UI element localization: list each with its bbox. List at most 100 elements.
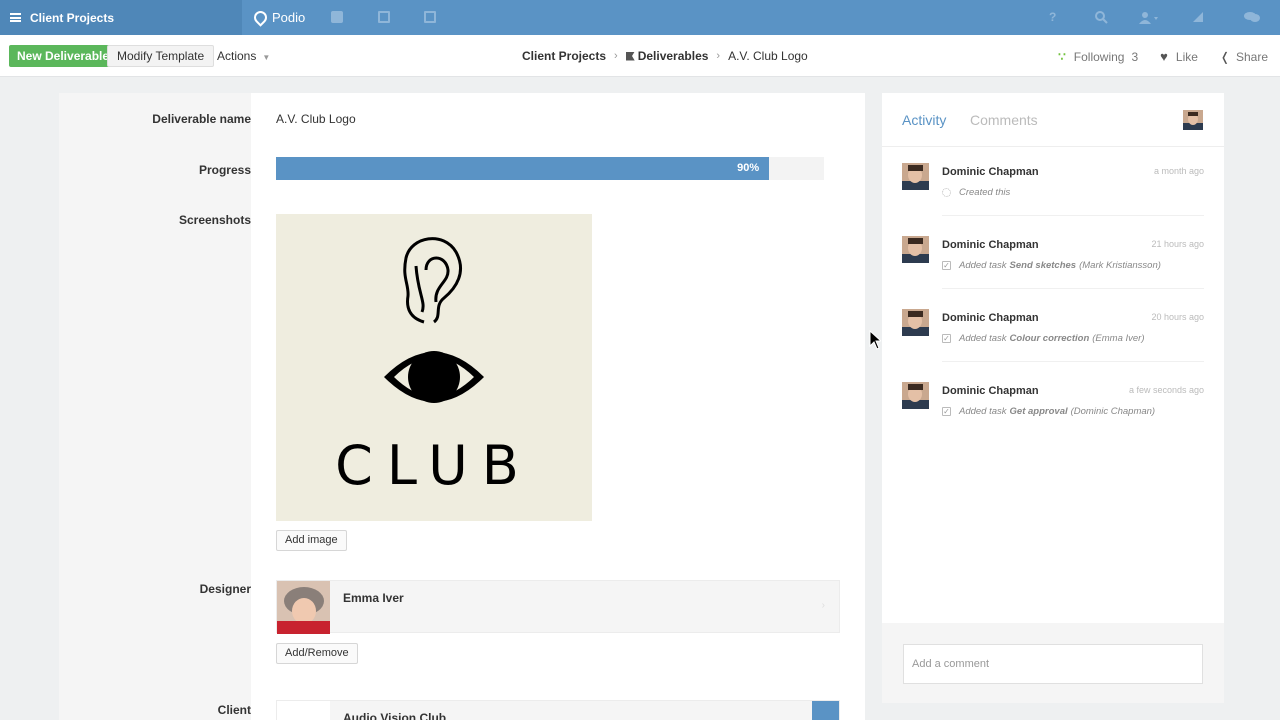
check-icon: ✓ — [942, 407, 951, 416]
logo-text: CLUB — [335, 434, 533, 497]
client-logo — [277, 701, 330, 720]
av-club-logo: CLUB — [335, 237, 533, 497]
like-label: Like — [1175, 49, 1198, 64]
item-panel: Deliverable name Progress Screenshots De… — [59, 93, 865, 720]
avatar[interactable] — [902, 236, 929, 263]
add-image-button[interactable]: Add image — [276, 530, 347, 551]
activity-assignee: (Dominic Chapman) — [1070, 406, 1156, 417]
divider — [882, 146, 1224, 147]
progress-text: 90% — [737, 162, 760, 174]
activity-user[interactable]: Dominic Chapman — [942, 385, 1039, 397]
client-name: Audio Vision Club — [343, 711, 447, 720]
activity-task[interactable]: Get approval — [1010, 406, 1068, 417]
breadcrumb-workspace[interactable]: Client Projects — [522, 49, 606, 63]
share-icon: ❬ — [1219, 49, 1230, 64]
heart-icon: ♥ — [1160, 49, 1168, 64]
tab-activity[interactable]: Activity — [902, 112, 946, 128]
workspace-name: Client Projects — [30, 10, 115, 25]
following-label: Following — [1073, 49, 1125, 64]
progress-bar[interactable]: 90% — [276, 157, 824, 180]
avatar[interactable] — [1183, 110, 1203, 130]
activity-action: Added task — [959, 333, 1007, 344]
chevron-right-icon: › — [614, 50, 618, 62]
activity-action: Created this — [959, 187, 1011, 198]
share-label: Share — [1235, 49, 1268, 64]
podio-logo[interactable]: Podio — [251, 0, 306, 35]
calendar-icon[interactable] — [378, 11, 390, 23]
activity-text: ✓ Added task Send sketches (Mark Kristianss… — [942, 260, 1161, 271]
activity-item: Dominic Chapman 20 hours ago ✓ Added task Co… — [902, 309, 1204, 369]
following-button[interactable]: ∵ Following 3 — [1058, 50, 1138, 64]
client-card[interactable]: Audio Vision Club — [276, 700, 840, 720]
activity-task[interactable]: Send sketches — [1010, 260, 1077, 271]
modify-template-button[interactable]: Modify Template — [107, 45, 215, 67]
activity-text: ✓ Added task Get approval (Dominic Chapman) — [942, 406, 1155, 417]
actions-dropdown[interactable]: Actions ▼ — [217, 49, 270, 63]
activity-item: Dominic Chapman a few seconds ago ✓ Added t… — [902, 382, 1204, 442]
progress-fill: 90% — [276, 157, 770, 180]
user-photo — [902, 163, 929, 190]
chevron-down-icon: ▼ — [262, 53, 271, 62]
avatar[interactable] — [902, 163, 929, 190]
podio-pin-icon — [251, 8, 270, 27]
menu-icon[interactable] — [10, 13, 21, 22]
notifications-icon[interactable] — [1192, 11, 1204, 23]
top-bar: Client Projects Podio ? — [0, 0, 1280, 35]
activity-user[interactable]: Dominic Chapman — [942, 239, 1039, 251]
breadcrumb-app[interactable]: Deliverables — [638, 49, 709, 63]
designer-name: Emma Iver — [343, 591, 404, 605]
mouse-cursor-icon — [869, 330, 881, 350]
user-menu-icon[interactable] — [1139, 11, 1159, 24]
share-button[interactable]: ❬ Share — [1220, 50, 1268, 64]
pupil — [408, 351, 460, 403]
field-label-name: Deliverable name — [152, 112, 251, 126]
following-count: 3 — [1131, 49, 1139, 64]
activity-time: 20 hours ago — [1151, 312, 1204, 322]
client-color-tab — [812, 701, 839, 720]
workspace-switcher[interactable]: Client Projects — [0, 0, 242, 35]
help-icon[interactable]: ? — [1049, 10, 1056, 24]
check-icon: ✓ — [942, 334, 951, 343]
avatar[interactable] — [902, 382, 929, 409]
like-button[interactable]: ♥ Like — [1160, 49, 1198, 64]
activity-text: Created this — [942, 187, 1010, 198]
field-label-designer: Designer — [199, 582, 251, 596]
tab-comments[interactable]: Comments — [970, 112, 1038, 128]
user-photo — [1183, 110, 1203, 130]
activity-user[interactable]: Dominic Chapman — [942, 312, 1039, 324]
activity-sidebar: Activity Comments Dominic Chapman a month… — [882, 93, 1224, 703]
search-icon[interactable] — [1095, 11, 1108, 24]
user-photo — [902, 236, 929, 263]
chevron-right-icon: › — [821, 600, 825, 611]
deliverable-name-value[interactable]: A.V. Club Logo — [276, 112, 356, 126]
actions-label: Actions — [217, 49, 257, 63]
designer-card[interactable]: Emma Iver › — [276, 580, 840, 634]
breadcrumb-item: A.V. Club Logo — [728, 49, 808, 63]
contacts-icon[interactable] — [331, 11, 343, 23]
activity-time: a month ago — [1153, 166, 1204, 176]
activity-user[interactable]: Dominic Chapman — [942, 166, 1039, 178]
activity-action: Added task — [959, 406, 1007, 417]
designer-avatar — [277, 581, 330, 634]
ear-icon — [403, 237, 462, 324]
activity-assignee: (Emma Iver) — [1092, 333, 1145, 344]
check-icon: ✓ — [942, 261, 951, 270]
tasks-icon[interactable] — [424, 11, 436, 23]
avatar[interactable] — [902, 309, 929, 336]
comment-input[interactable]: Add a comment — [903, 644, 1203, 684]
designer-photo — [277, 581, 330, 634]
chat-icon[interactable] — [1244, 11, 1260, 23]
user-photo — [902, 382, 929, 409]
flag-icon — [625, 51, 635, 61]
activity-action: Added task — [959, 260, 1007, 271]
item-actions: ∵ Following 3 ♥ Like ❬ Share — [1036, 49, 1268, 64]
add-remove-button[interactable]: Add/Remove — [276, 643, 358, 664]
field-label-screenshots: Screenshots — [178, 213, 251, 227]
divider — [942, 288, 1204, 289]
activity-text: ✓ Added task Colour correction (Emma Iver) — [942, 333, 1145, 344]
new-deliverable-button[interactable]: New Deliverable — [9, 45, 118, 67]
podio-brand: Podio — [272, 10, 306, 25]
activity-time: 21 hours ago — [1151, 239, 1204, 249]
screenshot-image[interactable]: CLUB — [276, 214, 592, 521]
activity-task[interactable]: Colour correction — [1010, 333, 1090, 344]
